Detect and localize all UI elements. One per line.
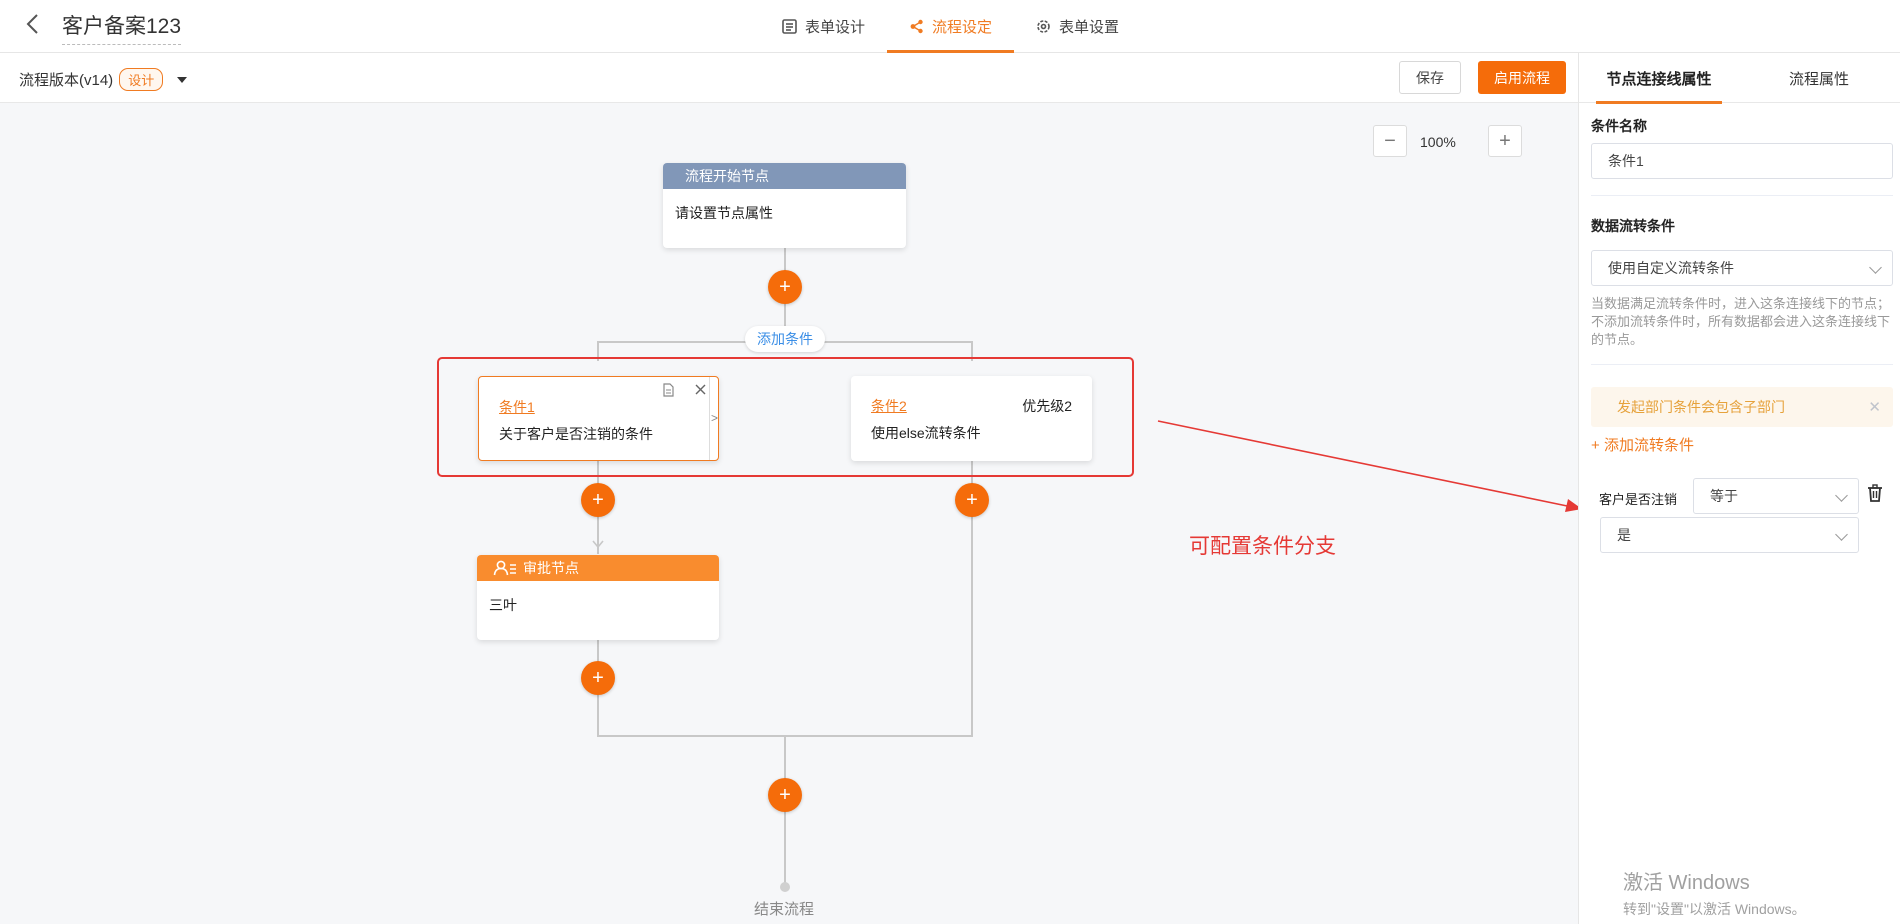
- add-node-button[interactable]: +: [768, 270, 802, 304]
- add-node-button[interactable]: +: [581, 661, 615, 695]
- zoom-out-button[interactable]: −: [1373, 125, 1407, 157]
- add-condition-button[interactable]: 添加条件: [745, 326, 825, 352]
- rule-operator-value: 等于: [1710, 488, 1738, 504]
- end-dot: [780, 882, 790, 892]
- approver-icon: [493, 560, 516, 576]
- form-icon: [782, 19, 797, 34]
- tab-label: 流程设定: [932, 19, 993, 36]
- approval-node-header: 审批节点: [477, 555, 719, 581]
- tab-form-settings[interactable]: 表单设置: [1014, 0, 1141, 53]
- start-node[interactable]: 流程开始节点 请设置节点属性: [663, 163, 906, 248]
- watermark-line2: 转到"设置"以激活 Windows。: [1623, 901, 1806, 917]
- back-arrow-icon[interactable]: [22, 12, 44, 36]
- save-button[interactable]: 保存: [1399, 61, 1461, 94]
- rule-field-label: 客户是否注销: [1599, 492, 1678, 507]
- plus-icon: +: [1591, 437, 1604, 454]
- tab-connection-properties[interactable]: 节点连接线属性: [1579, 53, 1739, 104]
- toolbar: 流程版本(v14) 设计: [0, 53, 1578, 103]
- add-node-button[interactable]: +: [581, 483, 615, 517]
- watermark-line1: 激活 Windows: [1623, 872, 1750, 894]
- start-node-body: 请设置节点属性: [675, 205, 773, 221]
- panel-tabs: 节点连接线属性 流程属性: [1579, 53, 1900, 104]
- chevron-down-icon: [1835, 489, 1848, 502]
- add-rule-label: 添加流转条件: [1603, 437, 1694, 454]
- start-node-header: 流程开始节点: [663, 163, 906, 189]
- windows-activation-watermark: 激活 Windows 转到"设置"以激活 Windows。: [1623, 866, 1806, 919]
- divider: [1591, 195, 1893, 196]
- flow-condition-select[interactable]: 使用自定义流转条件: [1591, 250, 1893, 286]
- flow-condition-hint: 当数据满足流转条件时，进入这条连接线下的节点；不添加流转条件时，所有数据都会进入…: [1591, 296, 1891, 347]
- properties-panel: 节点连接线属性 流程属性 条件名称 条件1 数据流转条件 使用自定义流转条件 当…: [1578, 53, 1900, 924]
- enable-flow-button[interactable]: 启用流程: [1478, 61, 1566, 94]
- trash-icon[interactable]: [1865, 483, 1885, 503]
- alert-text: 发起部门条件会包含子部门: [1617, 399, 1785, 415]
- department-alert: 发起部门条件会包含子部门 ✕: [1591, 387, 1893, 427]
- chevron-down-icon: [1869, 261, 1882, 274]
- close-icon[interactable]: ✕: [1868, 398, 1881, 416]
- zoom-level: 100%: [1420, 134, 1456, 150]
- rule-value: 是: [1617, 527, 1631, 543]
- tab-flow-setting[interactable]: 流程设定: [887, 0, 1015, 54]
- annotation-text: 可配置条件分支: [1189, 535, 1336, 558]
- condition-name-input[interactable]: 条件1: [1591, 143, 1893, 179]
- tab-flow-properties[interactable]: 流程属性: [1739, 53, 1899, 103]
- app-title[interactable]: 客户备案123: [62, 10, 182, 45]
- flow-icon: [910, 19, 923, 34]
- arrow-down-icon: [592, 540, 604, 549]
- chevron-down-icon: [1835, 528, 1848, 541]
- version-selector[interactable]: 流程版本(v14) 设计: [19, 68, 188, 91]
- add-node-button[interactable]: +: [768, 778, 802, 812]
- approval-node[interactable]: 审批节点 三叶: [477, 555, 719, 640]
- approval-node-body: 三叶: [489, 597, 517, 613]
- divider: [1591, 364, 1893, 365]
- tab-label: 表单设计: [805, 19, 866, 36]
- version-label: 流程版本(v14): [19, 72, 114, 89]
- top-header: 客户备案123 表单设计 流程设定 表单设置: [0, 0, 1900, 54]
- condition-name-label: 条件名称: [1591, 118, 1647, 134]
- rule-value-select[interactable]: 是: [1600, 517, 1859, 553]
- start-node-title: 流程开始节点: [685, 168, 769, 184]
- gear-icon: [1037, 20, 1050, 33]
- zoom-in-button[interactable]: +: [1488, 125, 1522, 157]
- end-flow-label: 结束流程: [754, 901, 815, 918]
- flow-condition-value: 使用自定义流转条件: [1608, 260, 1734, 276]
- main-tabs: 表单设计 流程设定 表单设置: [760, 0, 1141, 54]
- approval-node-title: 审批节点: [523, 560, 579, 576]
- tab-label: 表单设置: [1059, 19, 1120, 36]
- add-flow-condition-button[interactable]: + 添加流转条件: [1591, 434, 1694, 455]
- flow-condition-label: 数据流转条件: [1591, 218, 1675, 234]
- condition-highlight-box: [437, 357, 1134, 477]
- tab-form-design[interactable]: 表单设计: [760, 0, 887, 53]
- flow-canvas[interactable]: − 100% + 流程开始节点 请设置节点属性 + 添加条件 条件1 关于客户是…: [0, 103, 1578, 924]
- rule-operator-select[interactable]: 等于: [1693, 478, 1859, 514]
- add-node-button[interactable]: +: [955, 483, 989, 517]
- caret-down-icon: [177, 76, 188, 83]
- version-status-badge: 设计: [119, 68, 164, 91]
